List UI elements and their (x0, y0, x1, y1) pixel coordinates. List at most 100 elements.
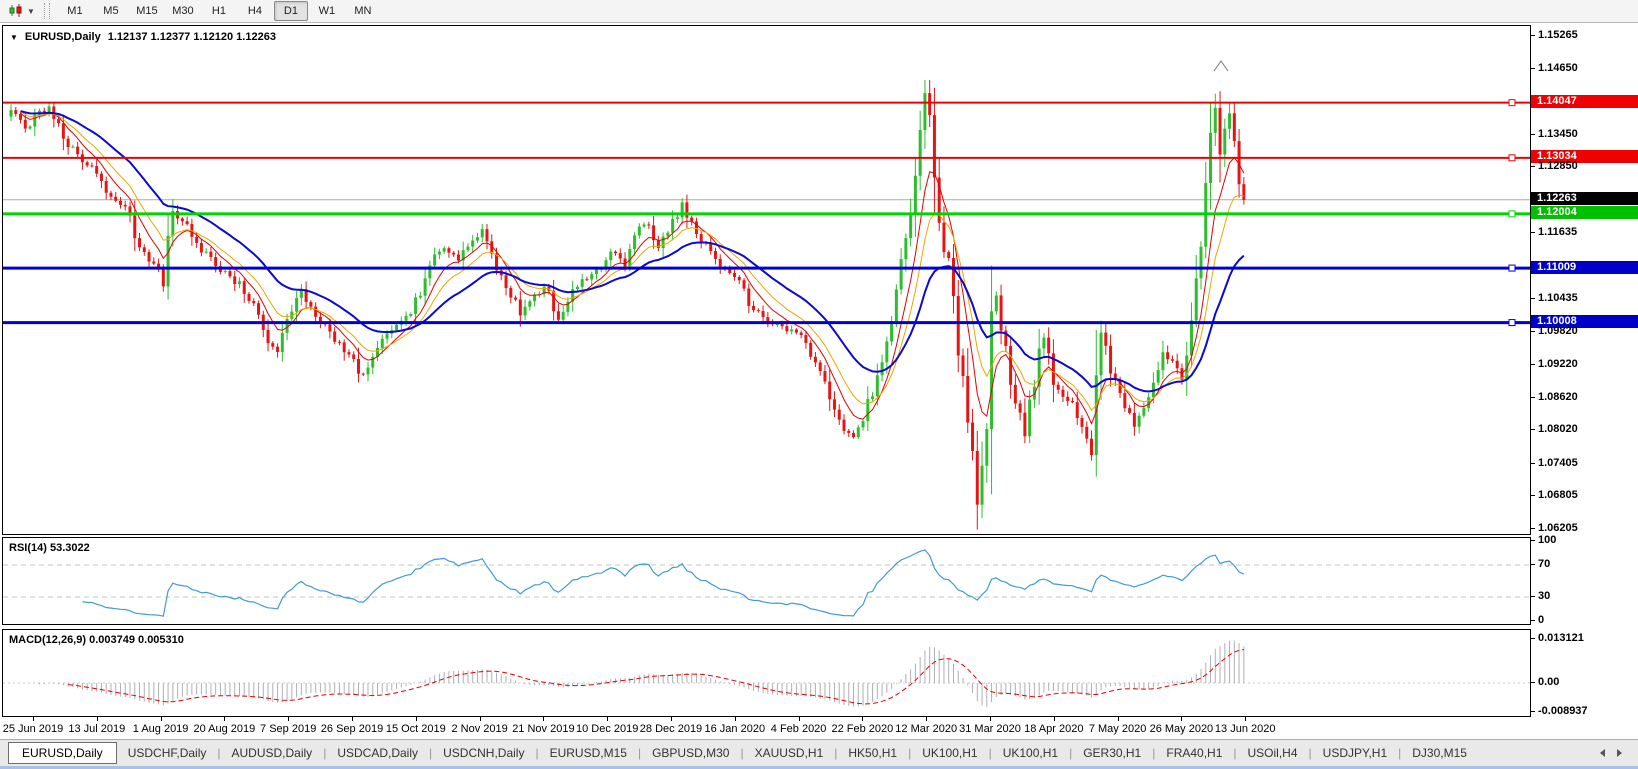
price-axis-tick (1531, 429, 1535, 430)
price-axis-tick (1531, 331, 1535, 332)
chart-tab-audusd-daily[interactable]: AUDUSD,Daily (221, 742, 324, 764)
chart-tab-xauusd-h1[interactable]: XAUUSD,H1 (744, 742, 835, 764)
timeframe-button-m1[interactable]: M1 (58, 1, 92, 21)
price-axis-tick (1531, 232, 1535, 233)
timeframe-button-d1[interactable]: D1 (274, 1, 308, 21)
price-tag-resistance-1: 1.14047 (1531, 95, 1638, 108)
macd-axis[interactable]: 0.0131210.00-0.008937 (1531, 629, 1638, 717)
chart-type-dropdown-button[interactable]: ▼ (5, 3, 38, 19)
chart-tab-dj30-m15[interactable]: DJ30,M15 (1401, 742, 1478, 764)
price-tag-support-1: 1.12004 (1531, 206, 1638, 219)
chevron-down-icon: ▼ (27, 7, 35, 16)
rsi-axis[interactable]: 100 70 30 0 (1531, 537, 1638, 625)
price-axis-tick (1531, 463, 1535, 464)
price-axis-tick (1531, 528, 1535, 529)
rsi-panel[interactable]: RSI(14) 53.3022 (2, 537, 1531, 625)
candlestick-chart-canvas[interactable] (3, 26, 1530, 534)
date-axis-tick (352, 717, 353, 721)
price-axis-label: 1.14650 (1538, 62, 1578, 75)
macd-axis-tick (1531, 711, 1535, 712)
date-axis-tick (33, 717, 34, 721)
rsi-axis-label: 0 (1538, 614, 1544, 627)
price-axis[interactable]: 1.140471.130341.122631.120041.110091.100… (1531, 25, 1638, 535)
rsi-indicator-label: RSI(14) 53.3022 (9, 542, 90, 554)
price-axis-label: 1.10435 (1538, 292, 1578, 305)
price-axis-tick (1531, 298, 1535, 299)
macd-chart-canvas[interactable] (3, 630, 1530, 716)
macd-axis-label: 0.013121 (1538, 632, 1584, 645)
price-axis-label: 1.15265 (1538, 29, 1578, 42)
date-axis-tick (862, 717, 863, 721)
macd-axis-tick (1531, 638, 1535, 639)
price-axis-label: 1.09220 (1538, 358, 1578, 371)
chart-tab-usdcnh-daily[interactable]: USDCNH,Daily (432, 742, 535, 764)
price-axis-tick (1531, 495, 1535, 496)
date-axis-tick (799, 717, 800, 721)
chart-tab-uk100-h1[interactable]: UK100,H1 (992, 742, 1069, 764)
price-axis-tick (1531, 166, 1535, 167)
timeframe-button-h1[interactable]: H1 (202, 1, 236, 21)
macd-axis-label: -0.008937 (1538, 705, 1588, 718)
timeframes-toolbar: ▼ M1M5M15M30H1H4D1W1MN (0, 0, 1638, 23)
chart-shift-marker (1214, 61, 1228, 71)
date-axis[interactable]: 25 Jun 201913 Jul 20191 Aug 201920 Aug 2… (2, 717, 1531, 739)
chart-tab-usdcad-daily[interactable]: USDCAD,Daily (326, 742, 429, 764)
chart-tab-eurusd-daily[interactable]: EURUSD,Daily (8, 742, 117, 764)
price-axis-label: 1.11635 (1538, 226, 1577, 239)
date-axis-tick (224, 717, 225, 721)
date-axis-tick (97, 717, 98, 721)
timeframe-button-m5[interactable]: M5 (94, 1, 128, 21)
rsi-chart-canvas[interactable] (3, 538, 1530, 624)
tab-scroll-left-icon[interactable] (1600, 749, 1605, 757)
timeframe-button-w1[interactable]: W1 (310, 1, 344, 21)
date-axis-tick (671, 717, 672, 721)
chart-tab-usdchf-daily[interactable]: USDCHF,Daily (117, 742, 218, 764)
rsi-axis-tick (1531, 540, 1535, 541)
chart-tab-usoil-h4[interactable]: USOil,H4 (1237, 742, 1309, 764)
chart-tab-hk50-h1[interactable]: HK50,H1 (837, 742, 908, 764)
tab-scroll-arrows (1600, 749, 1622, 757)
tab-scroll-right-icon[interactable] (1617, 749, 1622, 757)
ohlc-values: 1.12137 1.12377 1.12120 1.12263 (108, 31, 276, 43)
chart-title: ▼ EURUSD,Daily 1.12137 1.12377 1.12120 1… (10, 31, 276, 43)
rsi-axis-tick (1531, 596, 1535, 597)
date-axis-tick (607, 717, 608, 721)
price-axis-label: 1.08020 (1538, 423, 1578, 436)
date-axis-label: 13 Jun 2020 (1205, 723, 1285, 735)
macd-axis-tick (1531, 682, 1535, 683)
date-axis-tick (990, 717, 991, 721)
price-axis-tick (1531, 134, 1535, 135)
price-axis-label: 1.06805 (1538, 489, 1578, 502)
chart-tab-eurusd-m15[interactable]: EURUSD,M15 (539, 742, 638, 764)
timeframe-button-h4[interactable]: H4 (238, 1, 272, 21)
date-axis-tick (735, 717, 736, 721)
toolbar-grip-handle[interactable] (44, 3, 50, 19)
timeframe-button-mn[interactable]: MN (346, 1, 380, 21)
mt4-chart-window: { "toolbar": { "chart_type_icon": "candl… (0, 0, 1638, 769)
date-axis-tick (1181, 717, 1182, 721)
main-chart-panel[interactable]: ▼ EURUSD,Daily 1.12137 1.12377 1.12120 1… (2, 25, 1531, 535)
date-axis-tick (288, 717, 289, 721)
rsi-axis-label: 70 (1538, 558, 1550, 571)
timeframe-button-m30[interactable]: M30 (166, 1, 200, 21)
date-axis-tick (1118, 717, 1119, 721)
price-axis-label: 1.12850 (1538, 160, 1578, 173)
chart-title-dropdown-icon[interactable]: ▼ (10, 33, 18, 42)
price-axis-label: 1.07405 (1538, 457, 1578, 470)
chart-tab-gbpusd-m30[interactable]: GBPUSD,M30 (641, 742, 740, 764)
price-tag-current-price: 1.12263 (1531, 192, 1638, 205)
candlestick-chart-icon (8, 4, 24, 18)
chart-tab-uk100-h1[interactable]: UK100,H1 (911, 742, 988, 764)
macd-panel[interactable]: MACD(12,26,9) 0.003749 0.005310 (2, 629, 1531, 717)
date-axis-tick (161, 717, 162, 721)
price-axis-tick (1531, 364, 1535, 365)
rsi-axis-label: 30 (1538, 590, 1550, 603)
date-axis-tick (1245, 717, 1246, 721)
chart-tab-ger30-h1[interactable]: GER30,H1 (1072, 742, 1152, 764)
date-axis-tick (926, 717, 927, 721)
timeframe-buttons: M1M5M15M30H1H4D1W1MN (57, 1, 381, 21)
chart-tab-usdjpy-h1[interactable]: USDJPY,H1 (1312, 742, 1398, 764)
rsi-axis-label: 100 (1538, 534, 1556, 547)
chart-tab-fra40-h1[interactable]: FRA40,H1 (1155, 742, 1233, 764)
timeframe-button-m15[interactable]: M15 (130, 1, 164, 21)
